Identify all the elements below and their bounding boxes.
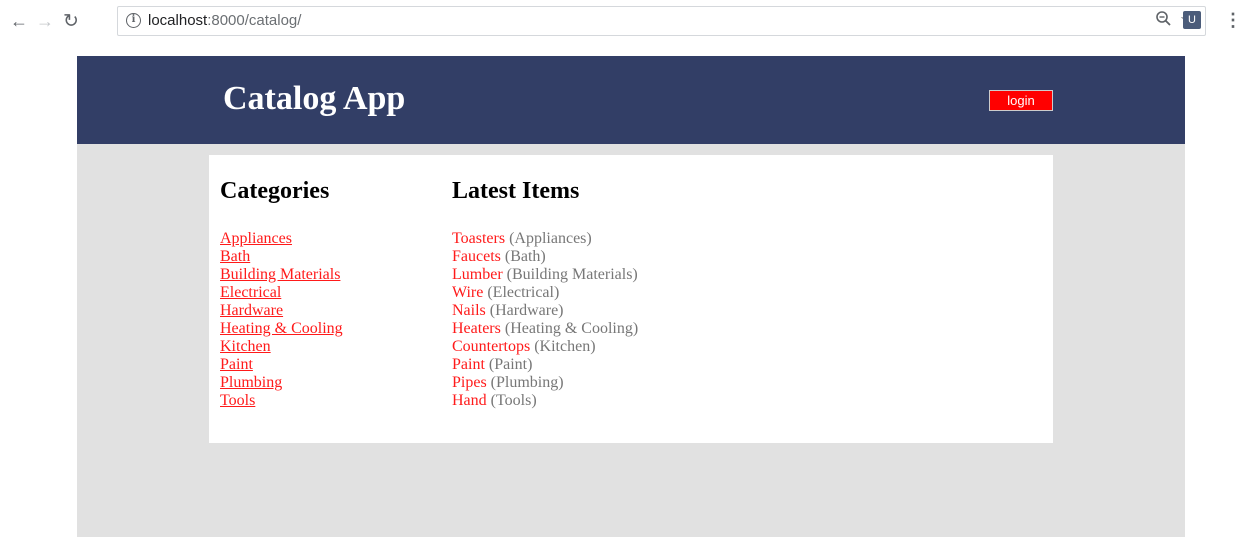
item-category: (Kitchen) [534,338,596,355]
categories-heading: Categories [220,178,330,204]
item-category: (Appliances) [509,230,592,247]
item-link[interactable]: Toasters [452,230,505,247]
category-link[interactable]: Paint [220,356,253,373]
category-link[interactable]: Tools [220,392,255,409]
browser-toolbar: ← → ↻ i localhost:8000/catalog/ ☆ U ⋮ [0,0,1250,52]
back-icon[interactable]: ← [8,10,30,32]
category-link[interactable]: Kitchen [220,338,271,355]
login-button[interactable]: login [989,90,1053,111]
latest-items-heading: Latest Items [452,178,580,204]
category-link[interactable]: Hardware [220,302,283,319]
app-header: Catalog App login [77,56,1185,144]
list-item: Heating & Cooling [220,320,343,338]
list-item: Wire (Electrical) [452,284,638,302]
item-category: (Paint) [488,356,533,373]
menu-icon[interactable]: ⋮ [1224,9,1242,31]
list-item: Tools [220,392,343,410]
url-text[interactable]: localhost:8000/catalog/ [148,12,301,29]
item-category: (Tools) [490,392,537,409]
item-category: (Plumbing) [490,374,564,391]
app-title[interactable]: Catalog App [223,80,405,118]
list-item: Plumbing [220,374,343,392]
item-category: (Electrical) [487,284,560,301]
list-item: Building Materials [220,266,343,284]
list-item: Lumber (Building Materials) [452,266,638,284]
list-item: Pipes (Plumbing) [452,374,638,392]
category-link[interactable]: Building Materials [220,266,340,283]
zoom-icon[interactable] [1155,10,1172,32]
list-item: Toasters (Appliances) [452,230,638,248]
list-item: Heaters (Heating & Cooling) [452,320,638,338]
extension-icon[interactable]: U [1183,11,1201,29]
item-link[interactable]: Nails [452,302,486,319]
item-link[interactable]: Heaters [452,320,501,337]
item-link[interactable]: Pipes [452,374,487,391]
url-host: localhost [148,12,208,29]
list-item: Nails (Hardware) [452,302,638,320]
list-item: Paint [220,356,343,374]
category-link[interactable]: Bath [220,248,250,265]
item-link[interactable]: Faucets [452,248,501,265]
item-category: (Hardware) [489,302,564,319]
item-link[interactable]: Wire [452,284,483,301]
list-item: Faucets (Bath) [452,248,638,266]
item-link[interactable]: Hand [452,392,487,409]
category-link[interactable]: Plumbing [220,374,282,391]
list-item: Countertops (Kitchen) [452,338,638,356]
item-category: (Heating & Cooling) [504,320,639,337]
item-category: (Bath) [504,248,546,265]
category-link[interactable]: Heating & Cooling [220,320,343,337]
item-link[interactable]: Paint [452,356,485,373]
item-link[interactable]: Countertops [452,338,530,355]
forward-icon[interactable]: → [34,10,56,32]
category-link[interactable]: Appliances [220,230,292,247]
list-item: Bath [220,248,343,266]
latest-items-list: Toasters (Appliances) Faucets (Bath) Lum… [452,230,638,410]
list-item: Electrical [220,284,343,302]
category-list: Appliances Bath Building Materials Elect… [220,230,343,410]
info-icon[interactable]: i [126,13,141,28]
list-item: Appliances [220,230,343,248]
list-item: Paint (Paint) [452,356,638,374]
reload-icon[interactable]: ↻ [60,10,82,32]
item-link[interactable]: Lumber [452,266,503,283]
content-card: Categories Appliances Bath Building Mate… [209,155,1053,443]
list-item: Kitchen [220,338,343,356]
address-bar[interactable]: i localhost:8000/catalog/ ☆ [117,6,1206,36]
url-path: :8000/catalog/ [207,12,302,29]
list-item: Hand (Tools) [452,392,638,410]
item-category: (Building Materials) [506,266,638,283]
list-item: Hardware [220,302,343,320]
category-link[interactable]: Electrical [220,284,281,301]
